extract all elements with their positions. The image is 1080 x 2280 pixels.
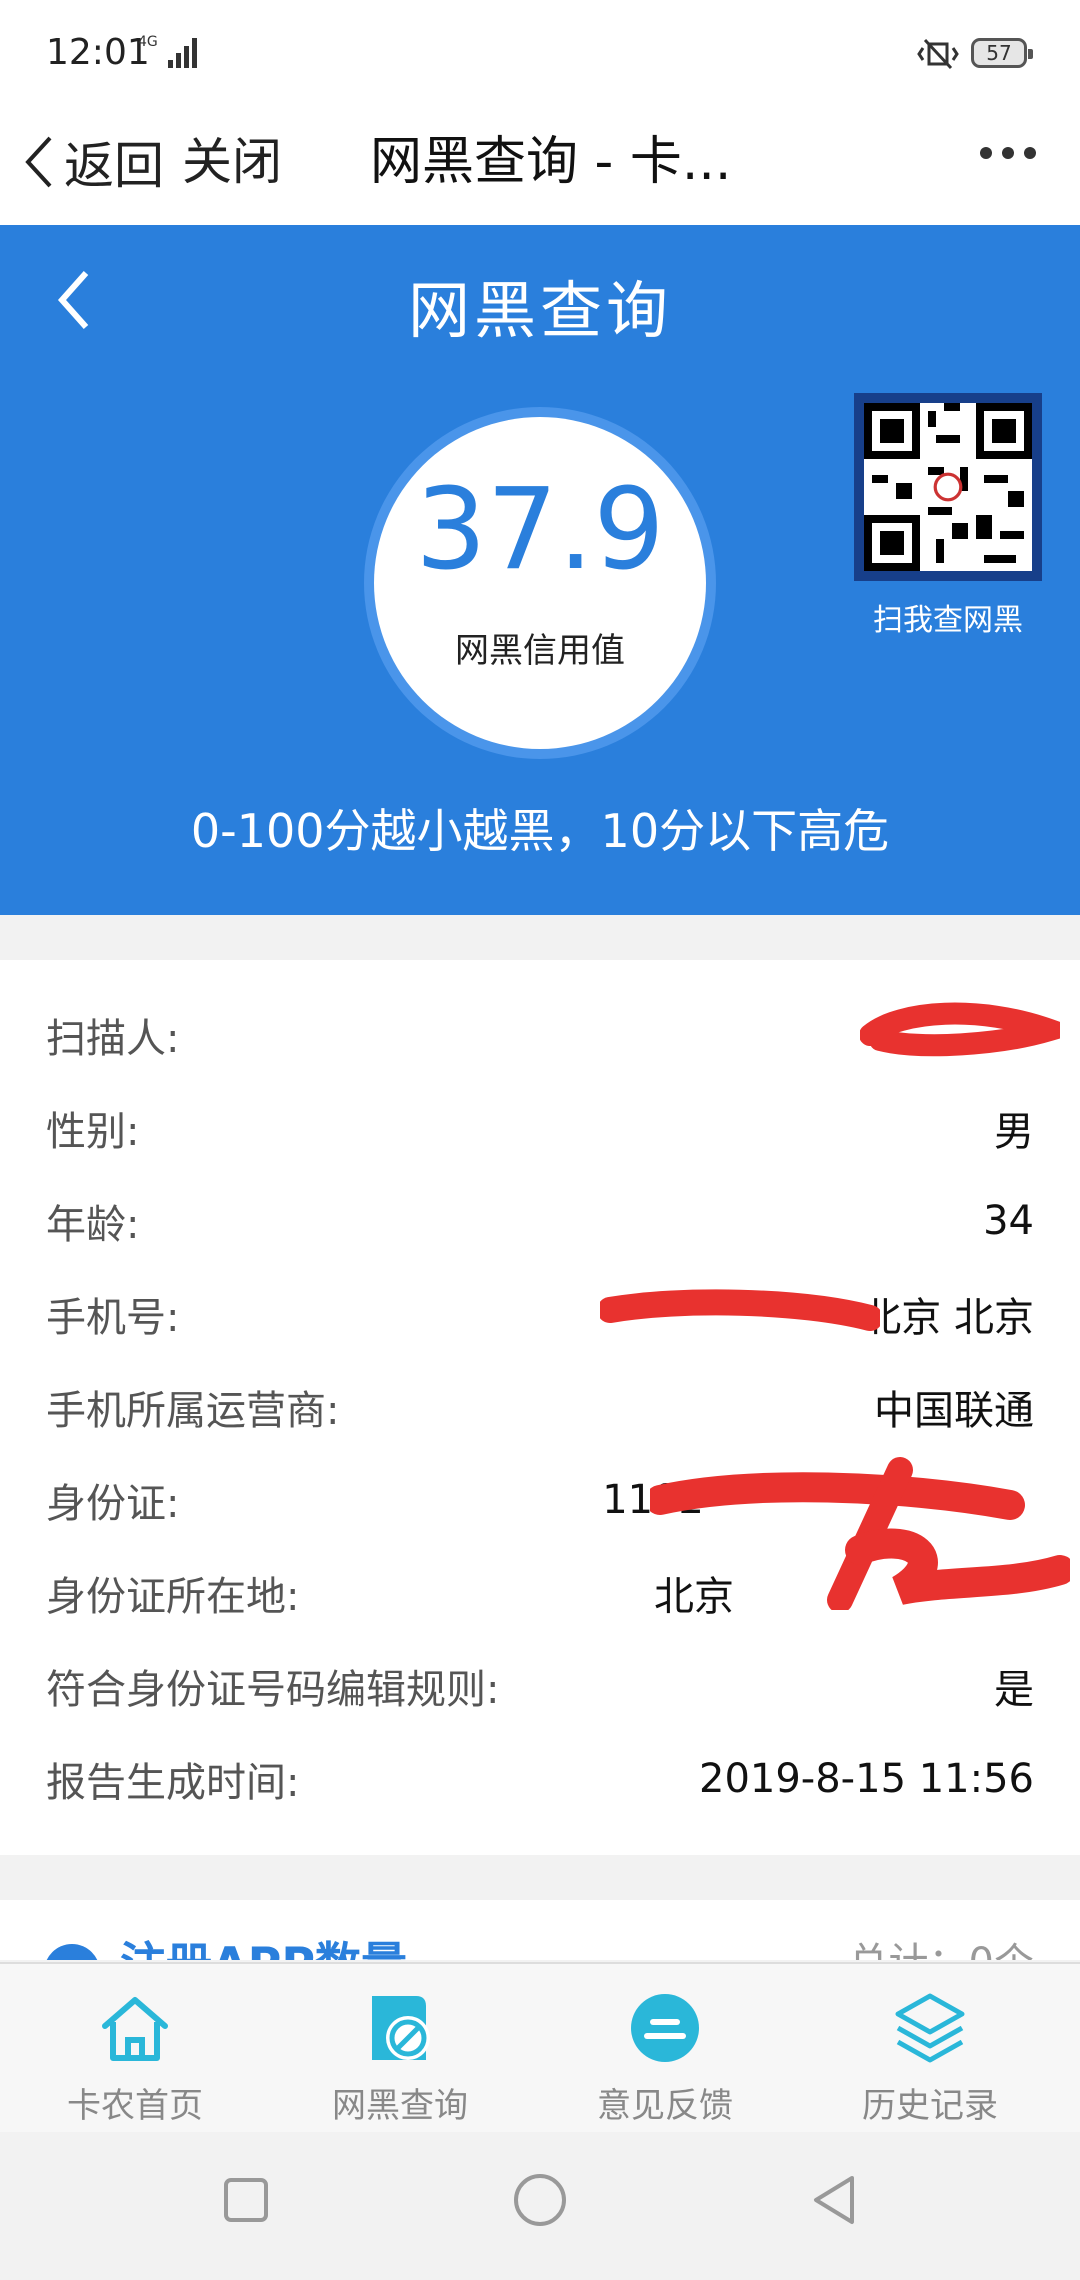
info-row-phone: 手机号: 北京 北京 — [46, 1282, 1034, 1346]
tab-feedback[interactable]: 意见反馈 — [530, 1964, 800, 2134]
info-row-gender: 性别: 男 — [46, 1096, 1034, 1160]
info-value: 34 — [983, 1198, 1034, 1244]
info-value: 男 — [994, 1109, 1034, 1155]
tab-label: 历史记录 — [862, 2086, 998, 2126]
signal-icon — [168, 34, 198, 68]
info-value: 北京 北京 — [861, 1295, 1034, 1341]
info-label: 手机所属运营商: — [46, 1388, 340, 1434]
feedback-icon — [631, 1994, 699, 2062]
layers-icon — [895, 1993, 965, 2063]
bottom-tab-bar: 卡农首页 网黑查询 意见反馈 历史记录 — [0, 1962, 1080, 2134]
info-row-id-valid: 符合身份证号码编辑规则: 是 — [46, 1654, 1034, 1718]
network-type: 4G — [138, 34, 158, 50]
info-label: 身份证所在地: — [46, 1574, 300, 1620]
score-note: 0-100分越小越黑，10分以下高危 — [190, 804, 890, 858]
qr-caption: 扫我查网黑 — [873, 603, 1023, 638]
system-nav-bar — [0, 2132, 1080, 2280]
tab-home[interactable]: 卡农首页 — [0, 1964, 270, 2134]
redaction-mark — [600, 1289, 880, 1331]
info-label: 年龄: — [46, 1202, 140, 1248]
tab-blacklist-query[interactable]: 网黑查询 — [265, 1964, 535, 2134]
tab-history[interactable]: 历史记录 — [795, 1964, 1065, 2134]
tab-label: 网黑查询 — [332, 2086, 468, 2126]
score-banner: 网黑查询 37.9 网黑信用值 扫我查网黑 0-100分越小越黑，10分以下高危 — [0, 225, 1080, 915]
info-label: 扫描人: — [46, 1016, 180, 1062]
browser-header: 返回 关闭 网黑查询 - 卡... — [0, 110, 1080, 225]
back-label: 返回 — [64, 137, 164, 195]
card-title: 注册APP数量 — [120, 1928, 407, 1960]
recents-icon[interactable] — [216, 2170, 276, 2230]
qr-code[interactable] — [854, 393, 1042, 581]
info-label: 报告生成时间: — [46, 1760, 300, 1806]
back-button[interactable]: 返回 — [20, 122, 164, 202]
qr-code-icon — [864, 403, 1032, 571]
info-label: 性别: — [46, 1109, 140, 1155]
info-value: 中国联通 — [874, 1388, 1034, 1434]
info-row-carrier: 手机所属运营商: 中国联通 — [46, 1375, 1034, 1439]
page-title: 网黑查询 - 卡... — [370, 132, 732, 192]
back-nav-icon[interactable] — [804, 2170, 864, 2230]
vibrate-icon — [917, 38, 959, 70]
info-row-report-time: 报告生成时间: 2019-8-15 11:56 — [46, 1747, 1034, 1811]
banner-title: 网黑查询 — [407, 274, 672, 347]
info-label: 手机号: — [46, 1295, 180, 1341]
home-icon — [102, 1997, 168, 2061]
status-time: 12:01 — [46, 32, 150, 73]
tab-label: 卡农首页 — [67, 2086, 203, 2126]
tab-label: 意见反馈 — [597, 2086, 733, 2126]
app-count-icon — [44, 1944, 100, 1960]
info-value: 2019-8-15 11:56 — [699, 1756, 1034, 1802]
redaction-mark — [860, 1002, 1060, 1057]
home-nav-icon[interactable] — [510, 2170, 570, 2230]
status-bar: 12:01 4G 57 — [0, 0, 1080, 110]
info-value: 是 — [994, 1667, 1034, 1713]
chevron-left-icon — [25, 136, 52, 188]
card-total: 总计：0个 — [849, 1930, 1034, 1960]
info-row-age: 年龄: 34 — [46, 1189, 1034, 1253]
info-card: 扫描人: 性别: 男 年龄: 34 手机号: 北京 北京 手机所属运营商: 中国… — [0, 960, 1080, 1855]
app-count-card: 注册APP数量 总计：0个 — [0, 1900, 1080, 1960]
redaction-mark — [650, 1457, 1070, 1610]
battery-icon: 57 — [971, 38, 1033, 68]
search-shield-icon — [372, 1996, 430, 2060]
info-label: 符合身份证号码编辑规则: — [46, 1667, 500, 1713]
info-label: 身份证: — [46, 1481, 180, 1527]
close-button[interactable]: 关闭 — [182, 122, 282, 202]
